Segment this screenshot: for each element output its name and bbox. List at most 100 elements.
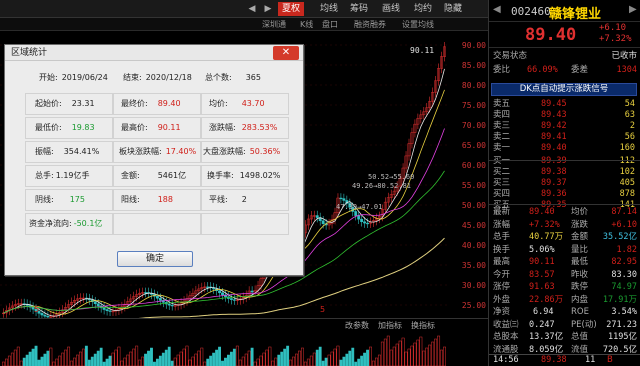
orderbook-tab[interactable]: 盘口 xyxy=(322,18,338,31)
candle-body xyxy=(155,295,159,299)
candle-body xyxy=(218,290,221,294)
volume-bar xyxy=(321,360,325,366)
low-price-value: 19.83 xyxy=(71,123,95,132)
volume-bar xyxy=(404,351,408,366)
hide-button[interactable]: 隐藏 xyxy=(440,2,466,16)
ma-button[interactable]: 均线 xyxy=(316,2,342,16)
add-indicator-button[interactable]: 加指标 xyxy=(378,320,402,331)
ok-button[interactable]: 确定 xyxy=(117,251,193,267)
volume-bar xyxy=(292,356,295,366)
forward-arrow-icon[interactable]: ▶ xyxy=(262,3,274,15)
volume-bar xyxy=(419,336,423,366)
tick-time: 14:56 xyxy=(493,355,519,365)
dialog-title: 区域统计 xyxy=(5,45,303,61)
candle-body xyxy=(144,292,147,294)
margin-tab[interactable]: 融资融券 xyxy=(354,18,386,31)
volume-bar xyxy=(2,361,5,366)
volume-bar xyxy=(318,346,322,366)
volume-bar xyxy=(271,360,275,366)
stat-value: 35.52亿 xyxy=(602,232,637,242)
candle-body xyxy=(315,215,319,218)
stat-label: 涨跌 xyxy=(571,219,589,230)
stat-row: 今开 83.57 昨收 83.30 xyxy=(489,269,640,281)
low-price-label: 最低价: xyxy=(35,123,62,132)
volume-bar xyxy=(179,351,183,366)
ask-row[interactable]: 卖一 89.40 160 xyxy=(489,142,640,154)
candle-body xyxy=(105,309,109,311)
stat-label: 金额 xyxy=(571,232,589,242)
volume-bar xyxy=(206,358,210,366)
volume-bar xyxy=(407,348,411,366)
volume-bar xyxy=(363,352,367,366)
close-price-label: 最终价: xyxy=(121,99,148,108)
stat-value: 0.247 xyxy=(529,319,555,330)
amount-label: 金额: xyxy=(121,171,140,180)
peak-price-label: 90.11 xyxy=(410,46,434,55)
dk-signal-banner[interactable]: DK点自动提示涨跌信号 xyxy=(491,83,637,96)
volume-bar xyxy=(141,356,145,366)
stat-label: 最低 xyxy=(571,257,589,267)
tick-flag: B xyxy=(607,355,613,365)
volume-bar xyxy=(392,346,396,366)
volume-bar xyxy=(67,346,71,366)
indicator-button[interactable]: 均约 xyxy=(410,2,436,16)
candle-body xyxy=(170,304,174,307)
volume-value: 1.19亿手 xyxy=(55,171,90,180)
volume-bar xyxy=(215,349,219,366)
stat-label: 净资 xyxy=(493,307,511,317)
volume-bar xyxy=(265,349,269,366)
stat-value: 5.06% xyxy=(529,244,555,255)
dialog-body: 开始: 2019/06/24 结束: 2020/12/18 总个数: 365 起始价:… xyxy=(25,69,289,249)
kline-tab[interactable]: K线 xyxy=(300,18,313,31)
stat-label: 涨幅 xyxy=(493,219,511,230)
y-label: 80.00 xyxy=(461,81,486,90)
volume-bar xyxy=(342,356,346,366)
sz-connect-tab[interactable]: 深圳通 xyxy=(262,18,286,31)
volume-bar xyxy=(428,344,432,366)
price-change-pct: +7.32% xyxy=(599,34,632,44)
volume-bar xyxy=(123,357,127,366)
volume-bar xyxy=(7,355,11,366)
dialog-close-button[interactable]: ✕ xyxy=(273,46,299,60)
change-pct-label: 涨跌幅: xyxy=(209,123,236,132)
start-label: 开始: xyxy=(39,73,58,82)
prev-stock-icon[interactable]: ◀ xyxy=(493,4,501,15)
stat-label: 量比 xyxy=(571,244,589,255)
volume-bar xyxy=(61,352,65,366)
volume-bar xyxy=(434,338,438,366)
market-change-label: 大盘涨跌幅: xyxy=(203,147,246,156)
volume-bar xyxy=(232,348,236,366)
status-row: 交易状态 已收市 xyxy=(489,50,640,62)
stock-name: 赣锋锂业 xyxy=(549,7,602,22)
volume-bar xyxy=(164,349,168,366)
edit-params-button[interactable]: 改参数 xyxy=(345,320,369,331)
volume-bar xyxy=(413,342,417,366)
candle-body xyxy=(46,315,50,318)
volume-chart[interactable] xyxy=(0,332,488,366)
ma-settings-tab[interactable]: 设置均线 xyxy=(402,18,434,31)
stat-label: 昨收 xyxy=(571,269,589,280)
chips-button[interactable]: 筹码 xyxy=(346,2,372,16)
switch-indicator-button[interactable]: 换指标 xyxy=(411,320,435,331)
volume-bar xyxy=(330,351,334,366)
candle-body xyxy=(96,303,100,307)
volume-bar xyxy=(167,346,171,366)
y-label: 25.00 xyxy=(461,301,486,310)
next-stock-icon[interactable]: ▶ xyxy=(629,4,637,15)
y-label: 30.00 xyxy=(461,281,486,290)
restore-rights-button[interactable]: 夏权 xyxy=(278,2,305,16)
volume-bar xyxy=(185,345,189,366)
volume-bar xyxy=(238,359,242,366)
change-pct-value: 283.53% xyxy=(241,123,278,132)
draw-line-button[interactable]: 画线 xyxy=(378,2,404,16)
bearish-candles-value: 175 xyxy=(69,195,85,204)
back-arrow-icon[interactable]: ◀ xyxy=(246,3,258,15)
volume-bar xyxy=(188,359,192,366)
tick-price: 89.38 xyxy=(541,355,567,365)
volume-bar xyxy=(129,351,133,366)
candle-body xyxy=(102,307,106,310)
bearish-candles-label: 阴线: xyxy=(35,195,54,204)
volume-bar xyxy=(410,345,414,366)
volume-bar xyxy=(383,338,387,366)
volume-bar xyxy=(274,357,278,366)
